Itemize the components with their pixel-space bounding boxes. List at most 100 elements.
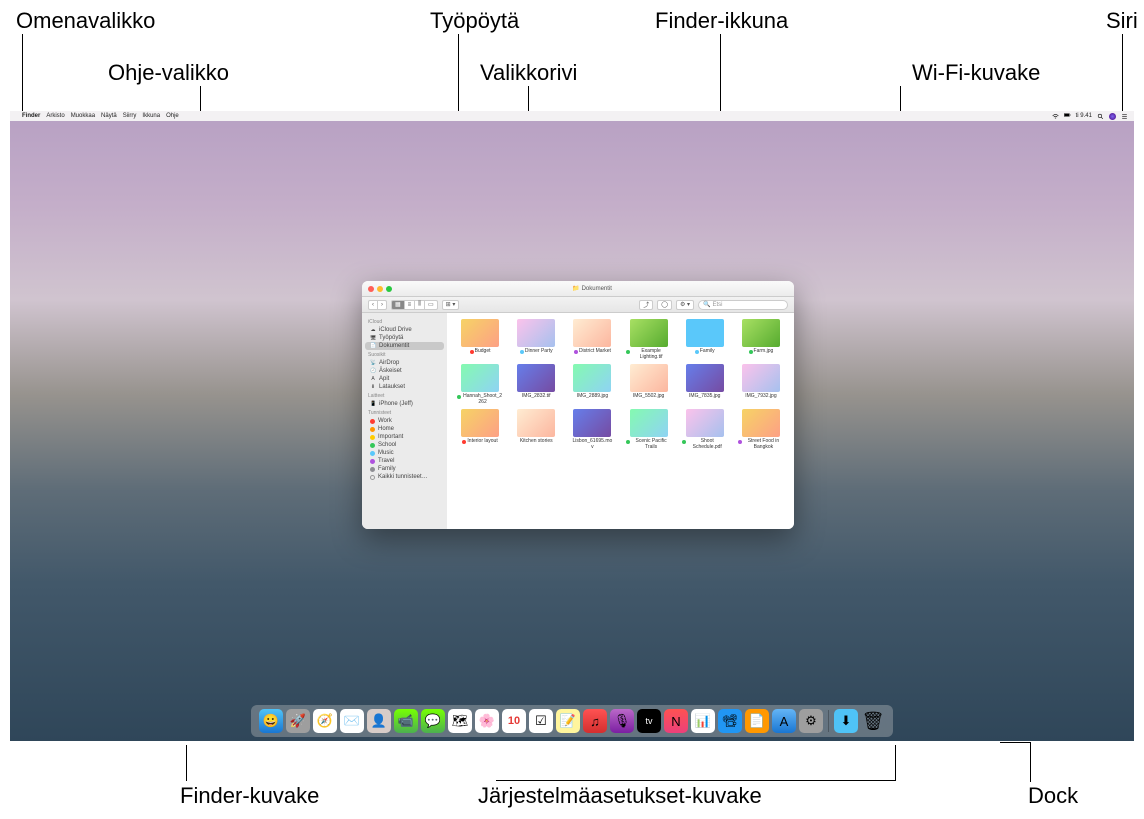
file-name: Lisbon_61695.mov — [571, 439, 613, 450]
dock-separator — [828, 710, 829, 732]
dock-keynote-icon[interactable]: 📽 — [718, 709, 742, 733]
share-button[interactable]: ⤴ — [639, 300, 653, 310]
search-placeholder: Etsi — [712, 302, 722, 308]
file-name: District Market — [579, 349, 611, 355]
sidebar-item-school[interactable]: School — [362, 441, 447, 449]
sidebar-item-iphone-jeff-[interactable]: 📱iPhone (Jeff) — [362, 400, 447, 408]
file-item[interactable]: IMG_5502.jpg — [622, 364, 676, 405]
dock-launchpad-icon[interactable]: 🚀 — [286, 709, 310, 733]
sidebar-item-music[interactable]: Music — [362, 449, 447, 457]
dock-music-icon[interactable]: ♫ — [583, 709, 607, 733]
siri-icon[interactable] — [1109, 113, 1116, 120]
file-item[interactable]: IMG_2832.tif — [509, 364, 563, 405]
icon-view-button[interactable]: ▦ — [391, 300, 405, 310]
file-name: Dinner Party — [525, 349, 553, 355]
tag-dot-icon — [370, 435, 375, 440]
sidebar-item-travel[interactable]: Travel — [362, 457, 447, 465]
dock-appstore-icon[interactable]: A — [772, 709, 796, 733]
forward-button[interactable]: › — [377, 300, 387, 310]
file-item[interactable]: Family — [678, 319, 732, 360]
file-item[interactable]: Kitchen stories — [509, 409, 563, 450]
sidebar-heading: Suosikit — [362, 350, 447, 359]
file-item[interactable]: Hannah_Shoot_2262 — [453, 364, 507, 405]
sidebar-item-label: Apit — [379, 376, 389, 382]
dock-maps-icon[interactable]: 🗺 — [448, 709, 472, 733]
sidebar-item--skeiset[interactable]: 🕘Äskeiset — [362, 367, 447, 375]
dock-news-icon[interactable]: N — [664, 709, 688, 733]
sidebar-item-important[interactable]: Important — [362, 433, 447, 441]
dock-numbers-icon[interactable]: 📊 — [691, 709, 715, 733]
dock-messages-icon[interactable]: 💬 — [421, 709, 445, 733]
dock-podcasts-icon[interactable]: 🎙 — [610, 709, 634, 733]
file-tag-dot — [457, 395, 461, 399]
close-button[interactable] — [368, 286, 374, 292]
file-thumbnail — [686, 409, 724, 437]
file-item[interactable]: Scenic Pacific Trails — [622, 409, 676, 450]
sidebar-item-ty-p-yt-[interactable]: 🖥Työpöytä — [362, 334, 447, 342]
wifi-icon[interactable] — [1052, 113, 1059, 120]
file-item[interactable]: Farm.jpg — [734, 319, 788, 360]
sidebar-item-home[interactable]: Home — [362, 425, 447, 433]
menu-arkisto[interactable]: Arkisto — [46, 113, 64, 119]
sidebar-item-kaikki-tunnisteet-[interactable]: Kaikki tunnisteet… — [362, 473, 447, 481]
notification-center-icon[interactable] — [1121, 113, 1128, 120]
file-item[interactable]: Example Lighting.tif — [622, 319, 676, 360]
dock-finder-icon[interactable]: 😀 — [259, 709, 283, 733]
leader-sysprefs-h — [496, 780, 895, 781]
dock-systemprefs-icon[interactable]: ⚙︎ — [799, 709, 823, 733]
file-item[interactable]: Dinner Party — [509, 319, 563, 360]
sidebar-item-work[interactable]: Work — [362, 417, 447, 425]
sidebar-item-airdrop[interactable]: 📡AirDrop — [362, 359, 447, 367]
fullscreen-button[interactable] — [386, 286, 392, 292]
dock-mail-icon[interactable]: ✉️ — [340, 709, 364, 733]
file-item[interactable]: Shoot Schedule.pdf — [678, 409, 732, 450]
finder-search[interactable]: 🔍 Etsi — [698, 300, 788, 310]
sidebar-item-label: AirDrop — [379, 360, 399, 366]
dock-calendar-icon[interactable]: 10 — [502, 709, 526, 733]
file-item[interactable]: District Market — [565, 319, 619, 360]
sidebar-item-apit[interactable]: AApit — [362, 375, 447, 383]
dock-downloads-icon[interactable]: ⬇︎ — [834, 709, 858, 733]
menubar-clock[interactable]: ti 9.41 — [1076, 113, 1092, 119]
menu-siirry[interactable]: Siirry — [123, 113, 137, 119]
file-item[interactable]: Interior layout — [453, 409, 507, 450]
gallery-view-button[interactable]: ▭ — [424, 300, 438, 310]
dock-reminders-icon[interactable]: ☑︎ — [529, 709, 553, 733]
menubar-app-name[interactable]: Finder — [22, 113, 40, 119]
finder-content: Budget Dinner Party District Market Example… — [447, 313, 794, 529]
callout-sysprefs-icon: Järjestelmäasetukset-kuvake — [478, 783, 762, 809]
file-item[interactable]: IMG_7932.jpg — [734, 364, 788, 405]
menu-muokkaa[interactable]: Muokkaa — [71, 113, 95, 119]
spotlight-icon[interactable] — [1097, 113, 1104, 120]
tags-button[interactable]: ◯ — [657, 300, 672, 310]
finder-titlebar[interactable]: Dokumentit — [362, 281, 794, 297]
arrange-button[interactable]: ⊞ ▾ — [442, 300, 460, 310]
dock-safari-icon[interactable]: 🧭 — [313, 709, 337, 733]
menu-ikkuna[interactable]: Ikkuna — [142, 113, 160, 119]
sidebar-item-lataukset[interactable]: ⬇︎Lataukset — [362, 383, 447, 391]
dock-facetime-icon[interactable]: 📹 — [394, 709, 418, 733]
dock-notes-icon[interactable]: 📝 — [556, 709, 580, 733]
sidebar-item-label: School — [378, 442, 396, 448]
battery-icon[interactable] — [1064, 113, 1071, 120]
sidebar-item-dokumentit[interactable]: 📄Dokumentit — [365, 342, 444, 350]
menu-ohje[interactable]: Ohje — [166, 113, 179, 119]
dock-contacts-icon[interactable]: 👤 — [367, 709, 391, 733]
sidebar-item-icloud-drive[interactable]: ☁︎iCloud Drive — [362, 326, 447, 334]
file-item[interactable]: Street Food in Bangkok — [734, 409, 788, 450]
dock-photos-icon[interactable]: 🌸 — [475, 709, 499, 733]
file-name: Family — [700, 349, 715, 355]
action-button[interactable]: ⚙︎ ▾ — [676, 300, 694, 310]
dock-trash-icon[interactable]: 🗑 — [861, 709, 885, 733]
file-item[interactable]: Budget — [453, 319, 507, 360]
dock-pages-icon[interactable]: 📄 — [745, 709, 769, 733]
callout-wifi: Wi-Fi-kuvake — [912, 60, 1040, 86]
menu-nayta[interactable]: Näytä — [101, 113, 117, 119]
file-item[interactable]: Lisbon_61695.mov — [565, 409, 619, 450]
sidebar-item-family[interactable]: Family — [362, 465, 447, 473]
file-item[interactable]: IMG_7835.jpg — [678, 364, 732, 405]
minimize-button[interactable] — [377, 286, 383, 292]
dock-tv-icon[interactable]: tv — [637, 709, 661, 733]
menubar: Finder Arkisto Muokkaa Näytä Siirry Ikku… — [10, 111, 1134, 121]
file-item[interactable]: IMG_2889.jpg — [565, 364, 619, 405]
